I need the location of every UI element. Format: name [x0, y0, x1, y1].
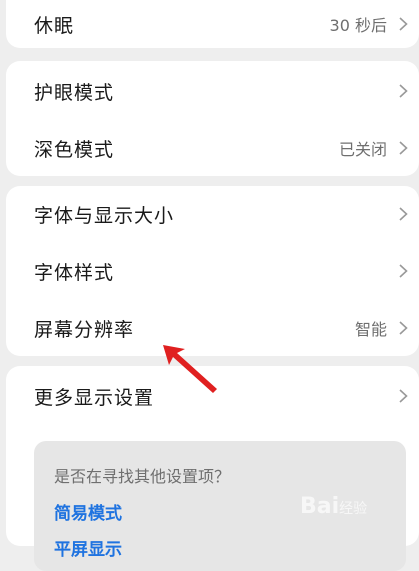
suggestions-title: 是否在寻找其他设置项？ [54, 467, 231, 486]
chevron-right-icon [399, 321, 408, 335]
font-size-row[interactable]: 字体与显示大小 [6, 186, 419, 242]
dark-mode-label: 深色模式 [34, 138, 115, 161]
sleep-value: 30 秒后 [329, 16, 387, 35]
dark-mode-value: 已关闭 [338, 140, 387, 159]
eye-protection-label: 护眼模式 [34, 81, 115, 104]
chevron-right-icon [399, 264, 408, 278]
settings-group-sleep: 休眠 30 秒后 [6, 0, 419, 48]
settings-group-font: 字体与显示大小 字体样式 屏幕分辨率 智能 [6, 186, 419, 356]
chevron-right-icon [399, 17, 408, 31]
flat-display-link[interactable]: 平屏显示 [54, 535, 122, 560]
screen-resolution-label: 屏幕分辨率 [34, 318, 135, 341]
chevron-right-icon [399, 207, 408, 221]
baidu-watermark: Bai经验 [300, 494, 367, 519]
chevron-right-icon [399, 141, 408, 155]
sleep-label: 休眠 [34, 14, 75, 37]
screen-resolution-value: 智能 [354, 320, 387, 339]
settings-group-eye: 护眼模式 深色模式 已关闭 [6, 61, 419, 176]
dark-mode-row[interactable]: 深色模式 已关闭 [6, 120, 419, 176]
eye-protection-row[interactable]: 护眼模式 [6, 63, 419, 119]
sleep-row[interactable]: 休眠 30 秒后 [6, 0, 419, 52]
font-style-label: 字体样式 [34, 261, 115, 284]
font-style-row[interactable]: 字体样式 [6, 243, 419, 299]
watermark-text: Bai [300, 494, 340, 519]
simple-mode-link[interactable]: 简易模式 [54, 499, 122, 524]
watermark-subtext: 经验 [339, 501, 368, 517]
font-size-label: 字体与显示大小 [34, 204, 175, 227]
annotation-arrow-icon [163, 345, 217, 393]
more-display-settings-label: 更多显示设置 [34, 386, 155, 409]
chevron-right-icon [399, 389, 408, 403]
chevron-right-icon [399, 84, 408, 98]
